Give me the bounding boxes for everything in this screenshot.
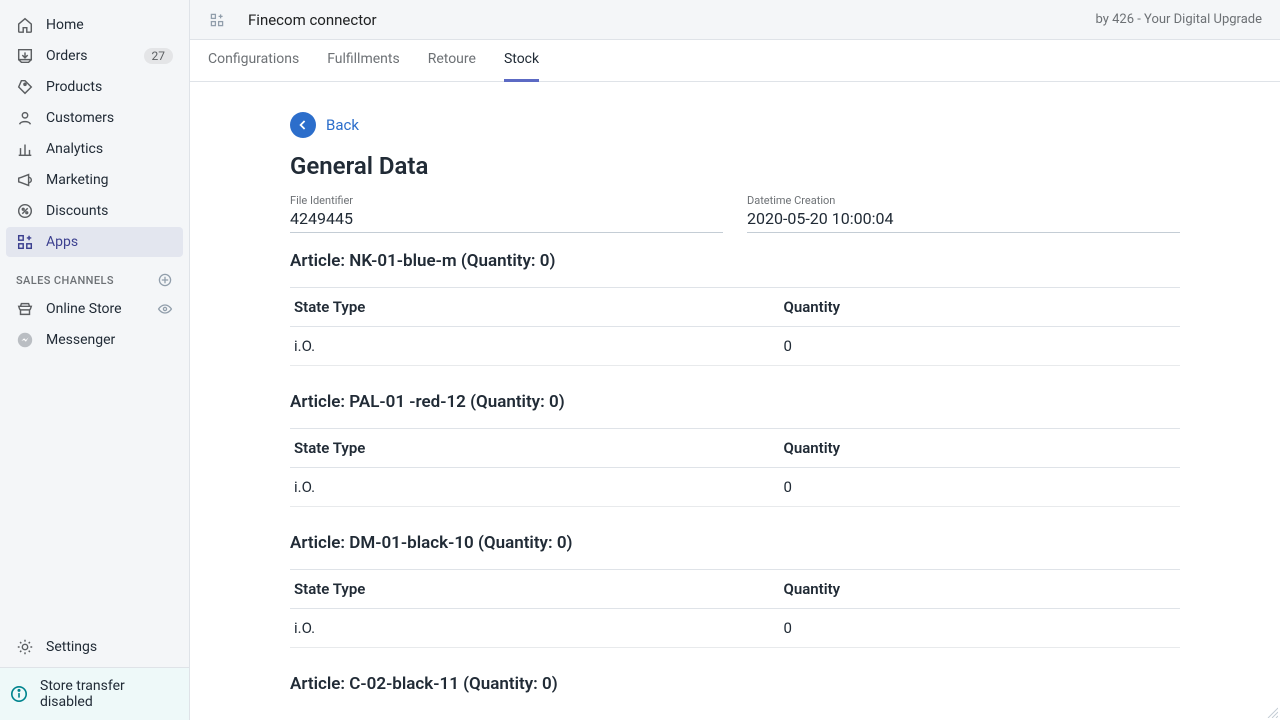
page-title: General Data <box>290 152 1180 180</box>
sales-channels-header: SALES CHANNELS <box>0 258 189 294</box>
bottom-nav: Settings <box>0 632 189 667</box>
messenger-icon <box>16 331 34 349</box>
cell-state: i.O. <box>290 609 780 648</box>
nav-label: Apps <box>46 234 173 250</box>
article-block: Article: C-02-black-11 (Quantity: 0) <box>290 674 1180 694</box>
tab-fulfillments[interactable]: Fulfillments <box>327 40 400 82</box>
table-row: i.O.0 <box>290 609 1180 648</box>
nav-label: Discounts <box>46 203 173 219</box>
cell-qty: 0 <box>780 609 1181 648</box>
nav-label: Orders <box>46 48 144 64</box>
orders-badge: 27 <box>144 48 174 64</box>
cell-state: i.O. <box>290 327 780 366</box>
col-state-header: State Type <box>290 288 780 327</box>
tabs: Configurations Fulfillments Retoure Stoc… <box>190 40 1280 82</box>
field-value: 2020-05-20 10:00:04 <box>747 209 1180 228</box>
section-title: SALES CHANNELS <box>16 274 114 287</box>
add-channel-icon[interactable] <box>157 272 173 288</box>
nav-label: Online Store <box>46 301 157 317</box>
tab-retoure[interactable]: Retoure <box>428 40 476 82</box>
nav-orders[interactable]: Orders 27 <box>6 41 183 71</box>
nav-label: Settings <box>46 639 173 655</box>
nav-discounts[interactable]: Discounts <box>6 196 183 226</box>
stock-table: State TypeQuantityi.O.0 <box>290 287 1180 366</box>
store-transfer-banner[interactable]: Store transfer disabled <box>0 667 189 720</box>
nav-apps[interactable]: Apps <box>6 227 183 257</box>
nav-home[interactable]: Home <box>6 10 183 40</box>
article-title: Article: C-02-black-11 (Quantity: 0) <box>290 674 1180 694</box>
field-datetime-creation: Datetime Creation 2020-05-20 10:00:04 <box>747 194 1180 233</box>
cell-qty: 0 <box>780 327 1181 366</box>
info-icon <box>10 685 28 703</box>
tab-stock[interactable]: Stock <box>504 40 539 82</box>
field-label: File Identifier <box>290 194 723 207</box>
nav-label: Marketing <box>46 172 173 188</box>
article-block: Article: DM-01-black-10 (Quantity: 0) Sta… <box>290 533 1180 648</box>
tag-icon <box>16 78 34 96</box>
col-qty-header: Quantity <box>780 288 1181 327</box>
col-state-header: State Type <box>290 570 780 609</box>
article-block: Article: NK-01-blue-m (Quantity: 0) State… <box>290 251 1180 366</box>
main: Finecom connector by 426 - Your Digital … <box>190 0 1280 720</box>
app-icon <box>208 11 226 29</box>
topbar: Finecom connector by 426 - Your Digital … <box>190 0 1280 40</box>
cell-state: i.O. <box>290 468 780 507</box>
nav-settings[interactable]: Settings <box>6 632 183 662</box>
discount-icon <box>16 202 34 220</box>
nav-products[interactable]: Products <box>6 72 183 102</box>
app-byline: by 426 - Your Digital Upgrade <box>1095 12 1262 27</box>
back-button[interactable] <box>290 112 316 138</box>
col-qty-header: Quantity <box>780 570 1181 609</box>
content-scroll[interactable]: Back General Data File Identifier 424944… <box>190 82 1280 720</box>
field-row: File Identifier 4249445 Datetime Creatio… <box>290 194 1180 233</box>
channels-nav: Online Store Messenger <box>0 294 189 356</box>
resize-handle-icon <box>1266 706 1278 718</box>
article-title: Article: PAL-01 -red-12 (Quantity: 0) <box>290 392 1180 412</box>
stock-table: State TypeQuantityi.O.0 <box>290 428 1180 507</box>
channel-online-store[interactable]: Online Store <box>6 294 183 324</box>
back-label[interactable]: Back <box>326 116 359 134</box>
nav-label: Customers <box>46 110 173 126</box>
cell-qty: 0 <box>780 468 1181 507</box>
field-label: Datetime Creation <box>747 194 1180 207</box>
nav-analytics[interactable]: Analytics <box>6 134 183 164</box>
article-block: Article: PAL-01 -red-12 (Quantity: 0) Sta… <box>290 392 1180 507</box>
article-title: Article: NK-01-blue-m (Quantity: 0) <box>290 251 1180 271</box>
gear-icon <box>16 638 34 656</box>
tab-configurations[interactable]: Configurations <box>208 40 299 82</box>
megaphone-icon <box>16 171 34 189</box>
back-row: Back <box>290 112 1180 138</box>
info-label: Store transfer disabled <box>40 678 179 710</box>
nav-marketing[interactable]: Marketing <box>6 165 183 195</box>
field-value: 4249445 <box>290 209 723 228</box>
table-row: i.O.0 <box>290 468 1180 507</box>
eye-icon[interactable] <box>157 301 173 317</box>
nav-label: Products <box>46 79 173 95</box>
field-file-identifier: File Identifier 4249445 <box>290 194 723 233</box>
content: Back General Data File Identifier 424944… <box>290 112 1180 694</box>
store-icon <box>16 300 34 318</box>
nav-label: Home <box>46 17 173 33</box>
analytics-icon <box>16 140 34 158</box>
nav-label: Messenger <box>46 332 173 348</box>
inbox-icon <box>16 47 34 65</box>
apps-icon <box>16 233 34 251</box>
primary-nav: Home Orders 27 Products Customers <box>0 10 189 258</box>
app-title: Finecom connector <box>248 11 377 29</box>
col-state-header: State Type <box>290 429 780 468</box>
table-row: i.O.0 <box>290 327 1180 366</box>
nav-label: Analytics <box>46 141 173 157</box>
channel-messenger[interactable]: Messenger <box>6 325 183 355</box>
user-icon <box>16 109 34 127</box>
stock-table: State TypeQuantityi.O.0 <box>290 569 1180 648</box>
col-qty-header: Quantity <box>780 429 1181 468</box>
article-title: Article: DM-01-black-10 (Quantity: 0) <box>290 533 1180 553</box>
sidebar: Home Orders 27 Products Customers <box>0 0 190 720</box>
home-icon <box>16 16 34 34</box>
nav-customers[interactable]: Customers <box>6 103 183 133</box>
